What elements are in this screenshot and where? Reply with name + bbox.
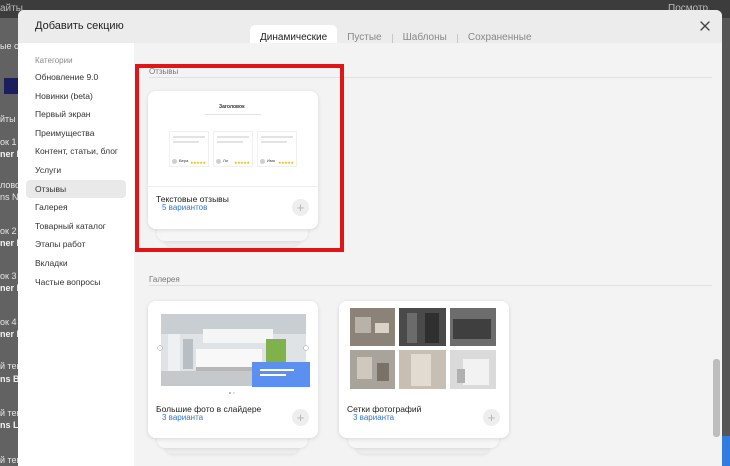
background-text-fragment: ner Bo	[0, 329, 20, 339]
background-text-fragment: ns Bo	[0, 374, 20, 384]
preview-reviewer-name: Ли	[223, 158, 228, 163]
card-preview-slider	[148, 301, 318, 397]
add-section-button[interactable]: +	[483, 409, 500, 426]
card-variants: 3 варианта	[353, 413, 395, 422]
sidebar-item-first-screen[interactable]: Первый экран	[26, 105, 126, 124]
sidebar-item-faq[interactable]: Частые вопросы	[26, 273, 126, 292]
sidebar-item-work-stages[interactable]: Этапы работ	[26, 235, 126, 254]
grid-preview-image	[339, 301, 509, 397]
preview-review-card: Ли ★★★★★	[213, 131, 253, 167]
background-text-fragment: ок 2	[0, 226, 17, 236]
plus-icon: +	[296, 200, 305, 215]
background-text-fragment: йты	[0, 114, 16, 124]
slider-preview-image	[148, 301, 318, 397]
preview-heading: Заголовок	[219, 104, 245, 110]
section-label-gallery: Галерея	[149, 275, 180, 284]
preview-review-card: Вера ★★★★★	[169, 131, 209, 167]
sidebar-item-update[interactable]: Обновление 9.0	[26, 68, 126, 87]
card-preview-grid	[339, 301, 509, 397]
preview-line	[261, 136, 293, 138]
background-blue-button	[722, 436, 730, 466]
card-preview-text-reviews: Заголовок Вера ★★★★★ Ли ★★★★★ Имя ★★★★★	[148, 91, 318, 187]
sidebar-item-catalog[interactable]: Товарный каталог	[26, 217, 126, 236]
background-text-fragment: ок 1	[0, 137, 17, 147]
preview-line	[205, 114, 261, 115]
preview-avatar	[260, 159, 265, 164]
scroll-thumb[interactable]	[713, 359, 720, 437]
content-scrollbar[interactable]	[712, 43, 722, 466]
sidebar-item-new-beta[interactable]: Новинки (beta)	[26, 87, 126, 106]
section-divider	[149, 285, 717, 286]
preview-line	[217, 136, 249, 138]
plus-icon: +	[296, 410, 305, 425]
category-list: Обновление 9.0 Новинки (beta) Первый экр…	[26, 68, 126, 291]
modal-header: Добавить секцию Динамические Пустые Шабл…	[18, 10, 722, 53]
background-text-fragment: й текс	[0, 455, 20, 465]
sidebar-item-advantages[interactable]: Преимущества	[26, 124, 126, 143]
section-label-reviews: Отзывы	[149, 67, 179, 76]
add-section-modal: Добавить секцию Динамические Пустые Шабл…	[18, 10, 722, 466]
add-section-button[interactable]: +	[292, 199, 309, 216]
card-text-reviews[interactable]: Заголовок Вера ★★★★★ Ли ★★★★★ Имя ★★★★★ …	[148, 91, 318, 229]
background-text-fragment: ns No	[0, 192, 20, 202]
card-variants: 3 варианта	[162, 413, 204, 422]
sidebar-item-tabs[interactable]: Вкладки	[26, 254, 126, 273]
background-text-fragment: й текс	[0, 361, 20, 371]
preview-avatar	[172, 159, 177, 164]
preview-stars: ★★★★★	[190, 160, 206, 165]
background-text-fragment: ner Bo	[0, 238, 20, 248]
preview-reviewer-name: Имя	[267, 158, 275, 163]
plus-icon: +	[487, 410, 496, 425]
sidebar-item-content[interactable]: Контент, статьи, блог	[26, 142, 126, 161]
background-left-panel: ые ст йты ок 1 ner Bo лово ns No ок 2 ner Bo ок …	[0, 18, 20, 466]
category-heading: Категории	[35, 56, 73, 65]
sidebar-item-reviews[interactable]: Отзывы	[26, 179, 126, 199]
preview-line	[173, 141, 199, 143]
background-text-fragment: й текс	[0, 408, 20, 418]
close-button[interactable]	[698, 19, 712, 33]
preview-stars: ★★★★★	[234, 160, 250, 165]
background-text-fragment: ner Bo	[0, 149, 20, 159]
preview-line	[173, 136, 205, 138]
preview-avatar	[216, 159, 221, 164]
sidebar-item-gallery[interactable]: Галерея	[26, 198, 126, 217]
preview-line	[217, 141, 243, 143]
background-text-fragment: ner Bo	[0, 283, 20, 293]
card-photo-grid[interactable]: Сетки фотографий 3 варианта +	[339, 301, 509, 438]
background-text-fragment: ок 3	[0, 271, 17, 281]
background-right-strip	[722, 18, 730, 466]
background-text-fragment: ns Ligh	[0, 420, 20, 430]
add-section-button[interactable]: +	[292, 409, 309, 426]
preview-line	[261, 141, 287, 143]
sidebar-item-services[interactable]: Услуги	[26, 161, 126, 180]
background-text-fragment: ые ст	[0, 41, 20, 51]
card-variants: 5 вариантов	[162, 203, 208, 212]
modal-title: Добавить секцию	[35, 20, 124, 32]
background-text-fragment: ок 4	[0, 317, 17, 327]
preview-reviewer-name: Вера	[179, 158, 189, 163]
category-sidebar: Категории Обновление 9.0 Новинки (beta) …	[18, 43, 134, 466]
close-icon	[700, 21, 710, 31]
background-text-fragment: лово	[0, 180, 20, 190]
preview-stars: ★★★★★	[278, 160, 294, 165]
section-content-area: Отзывы Заголовок Вера ★★★★★ Ли ★★★★★ Имя…	[134, 43, 722, 466]
preview-review-card: Имя ★★★★★	[257, 131, 297, 167]
card-slider-photos[interactable]: Большие фото в слайдере 3 варианта +	[148, 301, 318, 438]
section-divider	[149, 77, 717, 78]
